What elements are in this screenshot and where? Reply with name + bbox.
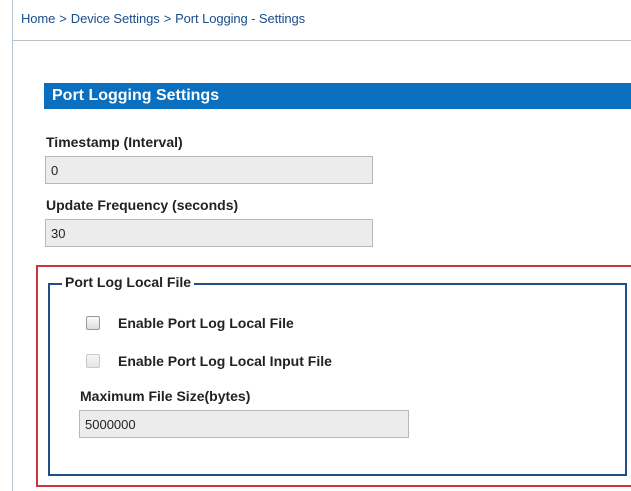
breadcrumb-home[interactable]: Home [21,11,55,26]
section-title: Port Logging Settings [52,87,220,104]
enable-local-input-file-label[interactable]: Enable Port Log Local Input File [118,353,332,369]
timestamp-label: Timestamp (Interval) [46,134,183,150]
breadcrumb-bar: Home > Device Settings > Port Logging - Sett… [12,0,631,41]
max-file-size-label: Maximum File Size(bytes) [80,388,251,404]
enable-local-file-row[interactable]: Enable Port Log Local File [86,313,294,333]
port-log-local-file-fieldset [48,283,627,476]
port-log-local-file-legend: Port Log Local File [62,274,195,290]
max-file-size-input[interactable] [79,410,409,438]
update-frequency-label: Update Frequency (seconds) [46,197,239,213]
enable-local-file-label[interactable]: Enable Port Log Local File [118,315,294,331]
enable-local-file-checkbox[interactable] [86,316,100,330]
breadcrumb-separator: > [59,11,67,26]
breadcrumb-device-settings[interactable]: Device Settings [71,11,160,26]
enable-local-input-file-checkbox[interactable] [86,354,100,368]
breadcrumb: Home > Device Settings > Port Logging - Sett… [21,11,305,26]
timestamp-input[interactable] [45,156,373,184]
enable-local-input-file-row[interactable]: Enable Port Log Local Input File [86,351,332,371]
page: Home > Device Settings > Port Logging - Sett… [0,0,631,491]
breadcrumb-separator: > [163,11,172,26]
breadcrumb-current-page: Port Logging - Settings [175,11,306,26]
content-left-border [12,40,13,491]
section-header: Port Logging Settings [44,83,631,109]
update-frequency-input[interactable] [45,219,373,247]
